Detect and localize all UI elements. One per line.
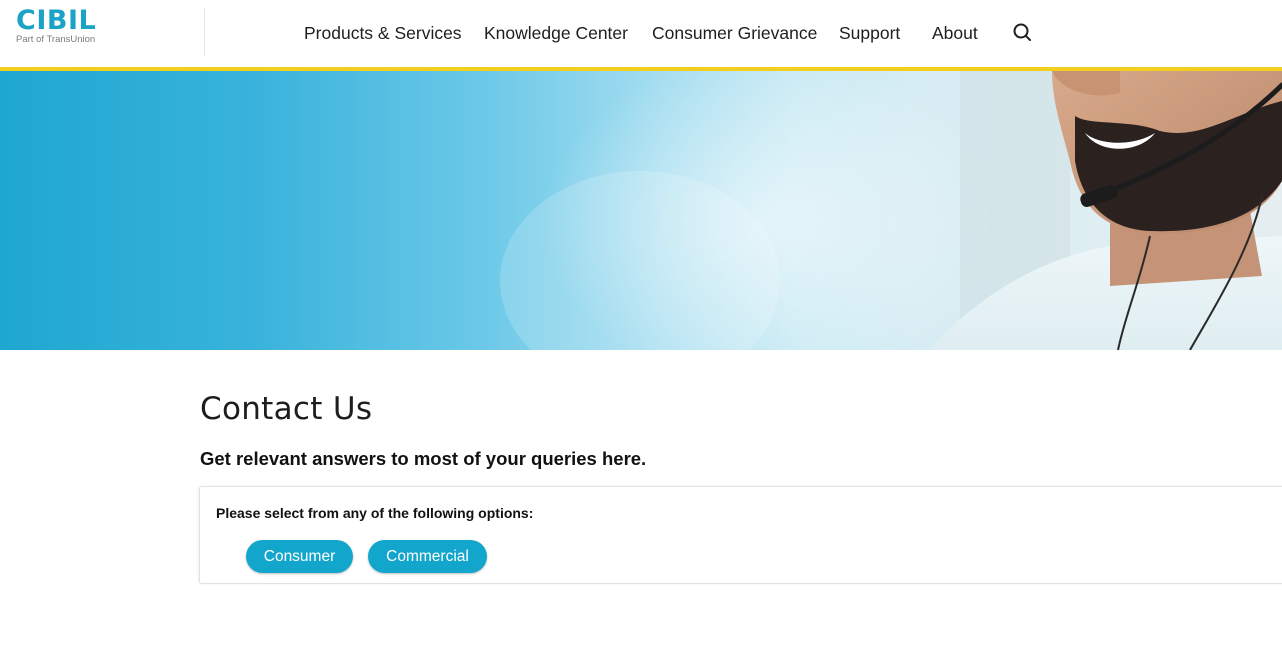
nav-support[interactable]: Support (839, 22, 900, 44)
page-subtitle: Get relevant answers to most of your que… (200, 448, 647, 469)
nav-products-services[interactable]: Products & Services (304, 22, 462, 44)
header-divider (204, 8, 205, 56)
search-icon (1013, 23, 1031, 41)
nav-knowledge-center[interactable]: Knowledge Center (484, 22, 628, 44)
search-button[interactable] (1011, 21, 1035, 45)
hero-banner (0, 71, 1282, 350)
nav-about[interactable]: About (932, 22, 978, 44)
cibil-logo[interactable]: CIBIL Part of TransUnion (16, 6, 126, 52)
options-prompt: Please select from any of the following … (216, 505, 534, 521)
site-header: CIBIL Part of TransUnion Products & Serv… (0, 0, 1282, 67)
logo-wordmark: CIBIL (16, 5, 97, 36)
banner-image (500, 71, 1282, 350)
logo-tagline: Part of TransUnion (16, 34, 96, 45)
page-title: Contact Us (200, 391, 373, 427)
commercial-button[interactable]: Commercial (368, 540, 487, 573)
options-panel: Please select from any of the following … (199, 486, 1282, 584)
consumer-button[interactable]: Consumer (246, 540, 353, 573)
nav-consumer-grievance[interactable]: Consumer Grievance (652, 22, 817, 44)
